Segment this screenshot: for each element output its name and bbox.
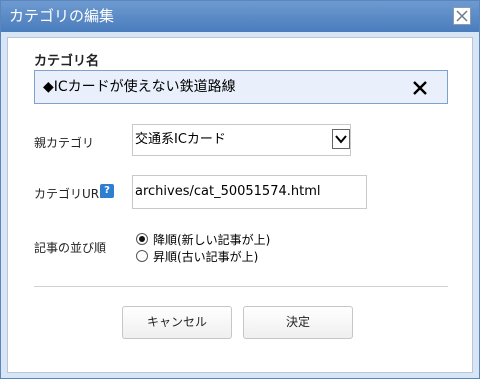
close-button[interactable] — [453, 7, 471, 25]
radio-desc-label: 降順(新しい記事が上) — [153, 233, 271, 247]
help-icon[interactable]: ? — [100, 184, 114, 198]
category-name-label: カテゴリ名 — [34, 54, 100, 69]
sort-asc-option[interactable]: 昇順(古い記事が上) — [136, 250, 286, 264]
chevron-down-icon — [335, 135, 347, 144]
category-url-input[interactable]: archives/cat_50051574.html — [132, 175, 367, 209]
dropdown-arrow[interactable] — [332, 129, 350, 149]
ok-button[interactable]: 決定 — [243, 306, 353, 339]
divider — [34, 286, 448, 287]
radio-desc[interactable] — [136, 233, 148, 245]
parent-category-label: 親カテゴリ — [34, 136, 95, 150]
parent-category-select[interactable]: 交通系ICカード — [132, 124, 351, 156]
edit-category-dialog: カテゴリの編集 カテゴリ名 ◆ICカードが使えない鉄道路線 親カテゴリ 交通系I… — [0, 0, 480, 379]
clear-x-icon[interactable] — [412, 80, 428, 96]
radio-asc-label: 昇順(古い記事が上) — [153, 250, 259, 264]
dialog-content: カテゴリ名 ◆ICカードが使えない鉄道路線 親カテゴリ 交通系ICカード カテゴ… — [7, 37, 473, 373]
close-icon — [456, 10, 468, 22]
dialog-title: カテゴリの編集 — [9, 7, 115, 25]
sort-desc-option[interactable]: 降順(新しい記事が上) — [136, 233, 286, 247]
category-name-input[interactable]: ◆ICカードが使えない鉄道路線 — [34, 70, 448, 104]
cancel-button[interactable]: キャンセル — [122, 306, 232, 339]
parent-category-value: 交通系ICカード — [135, 132, 226, 147]
dialog-titlebar[interactable]: カテゴリの編集 — [1, 1, 479, 32]
radio-asc[interactable] — [136, 250, 148, 262]
sort-order-label: 記事の並び順 — [34, 241, 107, 255]
category-url-label: カテゴリURL — [34, 187, 106, 201]
